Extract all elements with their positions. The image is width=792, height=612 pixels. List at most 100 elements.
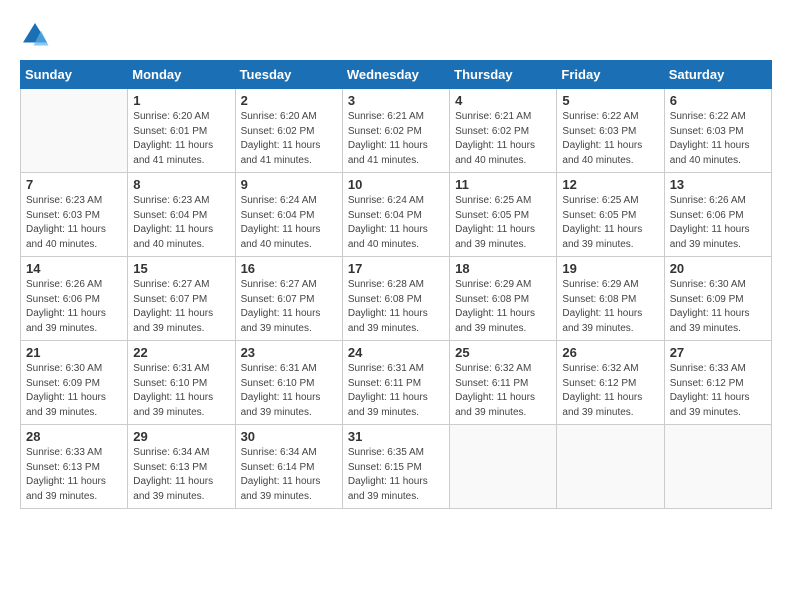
day-info: Sunrise: 6:29 AM Sunset: 6:08 PM Dayligh… (455, 278, 551, 336)
logo (20, 20, 54, 50)
logo-icon (20, 20, 50, 50)
calendar-cell: 24 Sunrise: 6:31 AM Sunset: 6:11 PM Dayli… (342, 341, 449, 425)
calendar-cell: 3 Sunrise: 6:21 AM Sunset: 6:02 PM Daylig… (342, 89, 449, 173)
calendar-cell: 5 Sunrise: 6:22 AM Sunset: 6:03 PM Daylig… (557, 89, 664, 173)
calendar-cell: 21 Sunrise: 6:30 AM Sunset: 6:09 PM Dayli… (21, 341, 128, 425)
calendar-cell: 15 Sunrise: 6:27 AM Sunset: 6:07 PM Dayli… (128, 257, 235, 341)
weekday-header: Saturday (664, 61, 771, 89)
day-number: 5 (562, 93, 658, 108)
weekday-header: Monday (128, 61, 235, 89)
day-number: 28 (26, 429, 122, 444)
calendar-cell: 1 Sunrise: 6:20 AM Sunset: 6:01 PM Daylig… (128, 89, 235, 173)
page-header (20, 20, 772, 50)
day-number: 22 (133, 345, 229, 360)
calendar-cell: 9Sunrise: 6:24 AM Sunset: 6:04 PM Daylig… (235, 173, 342, 257)
day-info: Sunrise: 6:26 AM Sunset: 6:06 PM Dayligh… (26, 278, 122, 336)
day-number: 20 (670, 261, 766, 276)
calendar-week-row: 21 Sunrise: 6:30 AM Sunset: 6:09 PM Dayli… (21, 341, 772, 425)
day-number: 13 (670, 177, 766, 192)
day-info: Sunrise: 6:31 AM Sunset: 6:11 PM Dayligh… (348, 362, 444, 420)
day-info: Sunrise: 6:25 AM Sunset: 6:05 PM Dayligh… (455, 194, 551, 252)
day-info: Sunrise: 6:23 AM Sunset: 6:03 PM Dayligh… (26, 194, 122, 252)
day-number: 7 (26, 177, 122, 192)
day-info: Sunrise: 6:24 AM Sunset: 6:04 PM Dayligh… (241, 194, 337, 252)
calendar-cell (21, 89, 128, 173)
calendar-cell: 31 Sunrise: 6:35 AM Sunset: 6:15 PM Dayli… (342, 425, 449, 509)
calendar-week-row: 7 Sunrise: 6:23 AM Sunset: 6:03 PM Daylig… (21, 173, 772, 257)
day-number: 8 (133, 177, 229, 192)
day-number: 19 (562, 261, 658, 276)
calendar-cell: 2 Sunrise: 6:20 AM Sunset: 6:02 PM Daylig… (235, 89, 342, 173)
calendar-cell: 27 Sunrise: 6:33 AM Sunset: 6:12 PM Dayli… (664, 341, 771, 425)
day-number: 27 (670, 345, 766, 360)
day-info: Sunrise: 6:20 AM Sunset: 6:01 PM Dayligh… (133, 110, 229, 168)
calendar-week-row: 14 Sunrise: 6:26 AM Sunset: 6:06 PM Dayli… (21, 257, 772, 341)
calendar-cell: 12 Sunrise: 6:25 AM Sunset: 6:05 PM Dayli… (557, 173, 664, 257)
calendar-cell: 28 Sunrise: 6:33 AM Sunset: 6:13 PM Dayli… (21, 425, 128, 509)
calendar-cell: 20Sunrise: 6:30 AM Sunset: 6:09 PM Dayli… (664, 257, 771, 341)
weekday-header: Friday (557, 61, 664, 89)
day-number: 25 (455, 345, 551, 360)
day-info: Sunrise: 6:20 AM Sunset: 6:02 PM Dayligh… (241, 110, 337, 168)
day-number: 16 (241, 261, 337, 276)
day-info: Sunrise: 6:22 AM Sunset: 6:03 PM Dayligh… (670, 110, 766, 168)
calendar-cell: 25 Sunrise: 6:32 AM Sunset: 6:11 PM Dayli… (450, 341, 557, 425)
day-info: Sunrise: 6:35 AM Sunset: 6:15 PM Dayligh… (348, 446, 444, 504)
calendar-cell: 29 Sunrise: 6:34 AM Sunset: 6:13 PM Dayli… (128, 425, 235, 509)
calendar-cell: 26Sunrise: 6:32 AM Sunset: 6:12 PM Dayli… (557, 341, 664, 425)
day-number: 26 (562, 345, 658, 360)
calendar-cell: 18 Sunrise: 6:29 AM Sunset: 6:08 PM Dayli… (450, 257, 557, 341)
day-number: 11 (455, 177, 551, 192)
calendar-cell: 17Sunrise: 6:28 AM Sunset: 6:08 PM Dayli… (342, 257, 449, 341)
day-number: 31 (348, 429, 444, 444)
weekday-header: Tuesday (235, 61, 342, 89)
day-number: 1 (133, 93, 229, 108)
day-info: Sunrise: 6:21 AM Sunset: 6:02 PM Dayligh… (348, 110, 444, 168)
calendar-cell: 10 Sunrise: 6:24 AM Sunset: 6:04 PM Dayli… (342, 173, 449, 257)
calendar: SundayMondayTuesdayWednesdayThursdayFrid… (20, 60, 772, 509)
day-info: Sunrise: 6:31 AM Sunset: 6:10 PM Dayligh… (133, 362, 229, 420)
day-info: Sunrise: 6:29 AM Sunset: 6:08 PM Dayligh… (562, 278, 658, 336)
day-info: Sunrise: 6:33 AM Sunset: 6:12 PM Dayligh… (670, 362, 766, 420)
calendar-cell: 16Sunrise: 6:27 AM Sunset: 6:07 PM Dayli… (235, 257, 342, 341)
day-number: 18 (455, 261, 551, 276)
calendar-cell: 14 Sunrise: 6:26 AM Sunset: 6:06 PM Dayli… (21, 257, 128, 341)
day-number: 12 (562, 177, 658, 192)
calendar-cell: 6 Sunrise: 6:22 AM Sunset: 6:03 PM Daylig… (664, 89, 771, 173)
day-number: 3 (348, 93, 444, 108)
day-info: Sunrise: 6:24 AM Sunset: 6:04 PM Dayligh… (348, 194, 444, 252)
day-info: Sunrise: 6:28 AM Sunset: 6:08 PM Dayligh… (348, 278, 444, 336)
calendar-cell: 23Sunrise: 6:31 AM Sunset: 6:10 PM Dayli… (235, 341, 342, 425)
day-number: 21 (26, 345, 122, 360)
day-number: 4 (455, 93, 551, 108)
day-number: 2 (241, 93, 337, 108)
weekday-header: Wednesday (342, 61, 449, 89)
day-number: 10 (348, 177, 444, 192)
day-info: Sunrise: 6:31 AM Sunset: 6:10 PM Dayligh… (241, 362, 337, 420)
day-number: 30 (241, 429, 337, 444)
calendar-cell: 4Sunrise: 6:21 AM Sunset: 6:02 PM Daylig… (450, 89, 557, 173)
weekday-header: Thursday (450, 61, 557, 89)
calendar-cell (664, 425, 771, 509)
day-info: Sunrise: 6:22 AM Sunset: 6:03 PM Dayligh… (562, 110, 658, 168)
day-info: Sunrise: 6:34 AM Sunset: 6:13 PM Dayligh… (133, 446, 229, 504)
day-info: Sunrise: 6:30 AM Sunset: 6:09 PM Dayligh… (26, 362, 122, 420)
day-number: 15 (133, 261, 229, 276)
calendar-cell (450, 425, 557, 509)
day-info: Sunrise: 6:34 AM Sunset: 6:14 PM Dayligh… (241, 446, 337, 504)
weekday-header: Sunday (21, 61, 128, 89)
calendar-cell: 22 Sunrise: 6:31 AM Sunset: 6:10 PM Dayli… (128, 341, 235, 425)
day-info: Sunrise: 6:27 AM Sunset: 6:07 PM Dayligh… (133, 278, 229, 336)
calendar-cell: 11 Sunrise: 6:25 AM Sunset: 6:05 PM Dayli… (450, 173, 557, 257)
calendar-cell: 7 Sunrise: 6:23 AM Sunset: 6:03 PM Daylig… (21, 173, 128, 257)
day-number: 24 (348, 345, 444, 360)
day-info: Sunrise: 6:33 AM Sunset: 6:13 PM Dayligh… (26, 446, 122, 504)
day-number: 14 (26, 261, 122, 276)
weekday-header-row: SundayMondayTuesdayWednesdayThursdayFrid… (21, 61, 772, 89)
day-info: Sunrise: 6:32 AM Sunset: 6:11 PM Dayligh… (455, 362, 551, 420)
day-info: Sunrise: 6:26 AM Sunset: 6:06 PM Dayligh… (670, 194, 766, 252)
day-number: 29 (133, 429, 229, 444)
calendar-cell: 19 Sunrise: 6:29 AM Sunset: 6:08 PM Dayli… (557, 257, 664, 341)
day-number: 6 (670, 93, 766, 108)
day-info: Sunrise: 6:25 AM Sunset: 6:05 PM Dayligh… (562, 194, 658, 252)
